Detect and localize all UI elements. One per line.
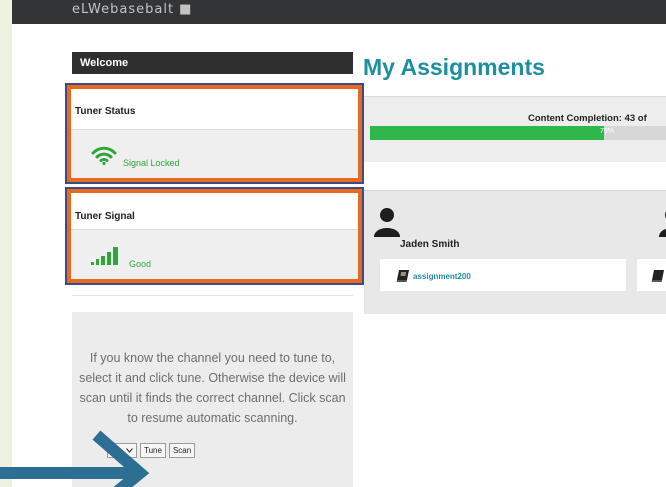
welcome-header: Welcome [72,52,353,74]
assignment-link-item[interactable] [637,259,666,291]
student-name: Jaden Smith [400,239,460,250]
wifi-icon [91,145,117,170]
scan-button[interactable]: Scan [168,443,196,458]
book-icon [396,269,410,287]
page-title: My Assignments [363,54,545,80]
tuner-status-highlight: Tuner Status Signal Locked [65,83,364,184]
assignments-panel: Jaden Smith assignment200 [364,190,666,314]
tuner-signal-body: Good [71,229,358,279]
progress-label: Content Completion: 43 of [528,113,647,124]
brand-logo: eLWebasebalt ■ [72,2,193,17]
signal-bars-icon [91,244,125,271]
tuner-signal-title: Tuner Signal [75,211,135,222]
tuner-status-card: Tuner Status Signal Locked [71,89,358,178]
tuner-status-value: Signal Locked [123,158,180,168]
tuner-signal-card: Tuner Signal Good [71,193,358,279]
assignment-link[interactable]: assignment200 [413,272,471,281]
tuner-status-title: Tuner Status [75,106,136,117]
pointer-arrow [0,430,150,487]
book-icon [651,269,665,287]
tuner-status-body: Signal Locked [71,129,358,178]
content-completion-panel: Content Completion: 43 of 79% [364,96,666,162]
tuner-signal-value: Good [129,259,152,269]
top-navigation-bar: eLWebasebalt ■ [12,0,666,24]
progress-fill: 79% [370,126,614,140]
sidebar-divider [72,295,353,296]
avatar [659,207,666,242]
tuner-signal-highlight: Tuner Signal Good [65,187,364,285]
progress-percent: 79% [600,128,615,135]
scan-instructions: If you know the channel you need to tune… [79,351,346,425]
avatar [374,207,400,242]
assignment-link-item[interactable]: assignment200 [380,259,626,291]
progress-track: 79% [370,126,666,140]
app-window: eLWebasebalt ■ Welcome Tuner Status Sign… [12,0,666,487]
